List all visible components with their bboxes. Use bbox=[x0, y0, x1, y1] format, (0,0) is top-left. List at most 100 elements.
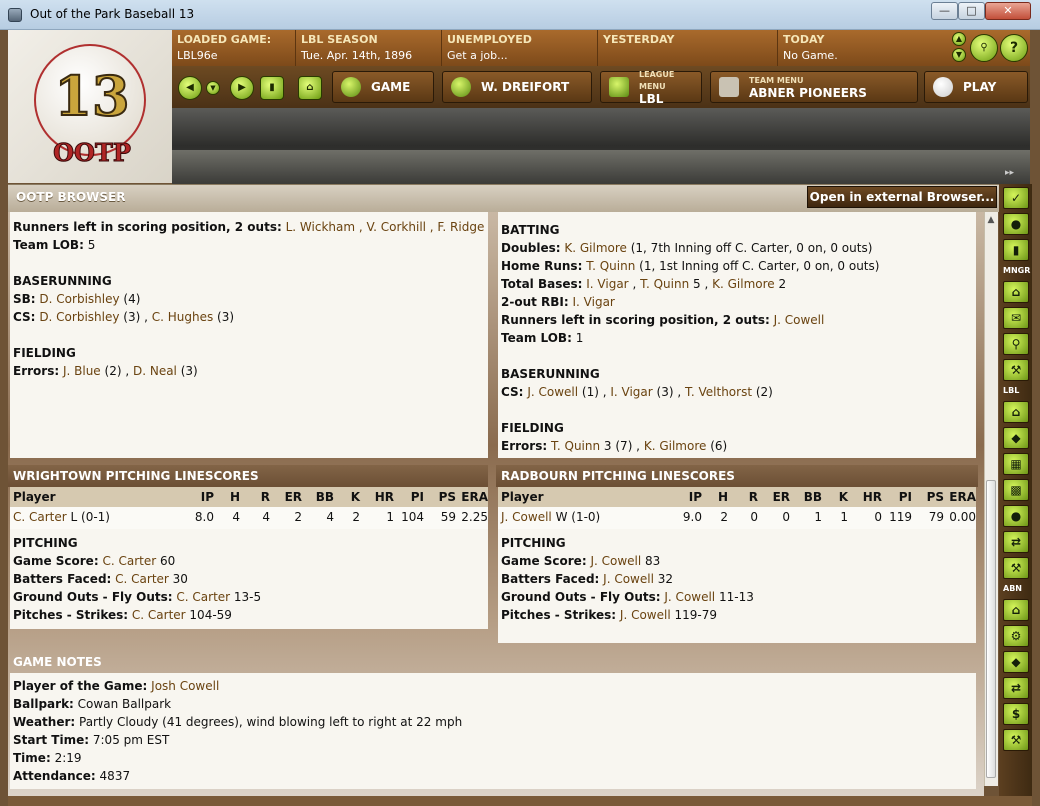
player-link[interactable]: K. Gilmore bbox=[564, 241, 627, 255]
player-of-game-line: Player of the Game: Josh Cowell bbox=[13, 679, 220, 693]
open-external-browser-button[interactable]: Open in external Browser... bbox=[807, 186, 997, 208]
team-transactions-icon[interactable]: ⇄ bbox=[1003, 677, 1029, 699]
app-icon bbox=[8, 8, 22, 22]
player-link[interactable]: J. Cowell bbox=[501, 510, 552, 524]
errors-line: Errors: T. Quinn 3 (7) , K. Gilmore (6) bbox=[501, 439, 728, 453]
player-link[interactable]: C. Carter bbox=[132, 608, 186, 622]
player-link[interactable]: D. Neal bbox=[133, 364, 177, 378]
league-settings-icon[interactable]: ⚒ bbox=[1003, 557, 1029, 579]
doubles-line: Doubles: K. Gilmore (1, 7th Inning off C… bbox=[501, 241, 873, 255]
player-link[interactable]: J. Cowell bbox=[527, 385, 578, 399]
forward-icon[interactable]: ▶ bbox=[230, 76, 254, 100]
player-link[interactable]: C. Hughes bbox=[152, 310, 214, 324]
player-link[interactable]: K. Gilmore bbox=[644, 439, 707, 453]
sb-line: SB: D. Corbishley (4) bbox=[13, 292, 141, 306]
attendance-line: Attendance: 4837 bbox=[13, 769, 131, 783]
team-lob-line: Team LOB: 5 bbox=[13, 238, 96, 252]
bookmark-icon[interactable]: ▮ bbox=[260, 76, 284, 100]
two-out-rbi-line: 2-out RBI: I. Vigar bbox=[501, 295, 615, 309]
team-settings-icon[interactable]: ⚒ bbox=[1003, 729, 1029, 751]
player-link[interactable]: C. Carter bbox=[115, 572, 169, 586]
maximize-button[interactable]: □ bbox=[958, 2, 985, 20]
player-link[interactable]: T. Velthorst bbox=[685, 385, 752, 399]
sidebar-label-mngr: MNGR bbox=[1003, 266, 1031, 275]
tools-icon[interactable]: ⚙ bbox=[1003, 625, 1029, 647]
close-button[interactable]: ✕ bbox=[985, 2, 1031, 20]
mail-icon[interactable]: ✉ bbox=[1003, 307, 1029, 329]
scroll-up-arrow-icon[interactable]: ▲ bbox=[984, 212, 998, 228]
player-link[interactable]: D. Corbishley bbox=[39, 310, 119, 324]
scrollbar-thumb[interactable] bbox=[986, 480, 996, 778]
status-bar: LOADED GAME: LBL96e LBL SEASON Tue. Apr. 1… bbox=[172, 30, 1030, 66]
team-home-icon[interactable]: ⌂ bbox=[1003, 599, 1029, 621]
help-icon[interactable]: ? bbox=[1000, 34, 1028, 62]
play-button[interactable]: PLAY bbox=[924, 71, 1028, 103]
player-link[interactable]: T. Quinn bbox=[551, 439, 600, 453]
standings-icon[interactable]: ▦ bbox=[1003, 453, 1029, 475]
status-loaded-game: LOADED GAME: LBL96e bbox=[172, 30, 296, 66]
player-link[interactable]: C. Carter bbox=[102, 554, 156, 568]
team-menu-button[interactable]: TEAM MENU ABNER PIONEERS bbox=[710, 71, 918, 103]
league-menu-button[interactable]: LEAGUE MENU LBL bbox=[600, 70, 702, 105]
minimize-button[interactable]: — bbox=[931, 2, 958, 20]
book-icon[interactable]: ▮ bbox=[1003, 239, 1029, 261]
player-link[interactable]: T. Quinn bbox=[640, 277, 689, 291]
player-link[interactable]: J. Cowell bbox=[620, 608, 671, 622]
player-link[interactable]: J. Cowell bbox=[603, 572, 654, 586]
player-link[interactable]: J. Blue bbox=[63, 364, 101, 378]
player-link[interactable]: L. Wickham , V. Corkhill , F. Ridge bbox=[286, 220, 485, 234]
logo-text: OOTP bbox=[53, 138, 132, 168]
cs-line: CS: J. Cowell (1) , I. Vigar (3) , T. Ve… bbox=[501, 385, 773, 399]
manager-home-icon[interactable]: ⌂ bbox=[1003, 281, 1029, 303]
baseball-icon[interactable]: ● bbox=[1003, 505, 1029, 527]
league-home-icon[interactable]: ⌂ bbox=[1003, 401, 1029, 423]
player-link[interactable]: C. Carter bbox=[13, 510, 67, 524]
player-link[interactable]: I. Vigar bbox=[610, 385, 652, 399]
player-link[interactable]: T. Quinn bbox=[586, 259, 635, 273]
player-link[interactable]: D. Corbishley bbox=[39, 292, 119, 306]
batters-faced-line: Batters Faced: C. Carter 30 bbox=[13, 572, 188, 586]
status-job[interactable]: UNEMPLOYED Get a job... bbox=[442, 30, 598, 66]
ootp-logo[interactable]: 13 OOTP bbox=[8, 30, 172, 183]
fielding-heading: FIELDING bbox=[13, 346, 76, 360]
bar-chart-icon[interactable]: ▩ bbox=[1003, 479, 1029, 501]
player-link[interactable]: C. Carter bbox=[176, 590, 230, 604]
pitches-strikes-line: Pitches - Strikes: C. Carter 104-59 bbox=[13, 608, 232, 622]
scroll-up-icon[interactable]: ▲ bbox=[952, 32, 966, 46]
status-season: LBL SEASON Tue. Apr. 14th, 1896 bbox=[296, 30, 442, 66]
team-logo-icon bbox=[719, 77, 739, 97]
player-link[interactable]: J. Cowell bbox=[774, 313, 825, 327]
manager-menu-button[interactable]: W. DREIFORT bbox=[442, 71, 592, 103]
search-icon[interactable]: ⚲ bbox=[970, 34, 998, 62]
globe-icon[interactable]: ● bbox=[1003, 213, 1029, 235]
radbourn-pitching-table-header: Player IP H R ER BB K HR PI PS ERA bbox=[498, 487, 976, 507]
back-icon[interactable]: ◀ bbox=[178, 76, 202, 100]
player-link[interactable]: J. Cowell bbox=[664, 590, 715, 604]
sidebar-expand-icon[interactable]: ▸▸ bbox=[1005, 168, 1014, 178]
home-icon[interactable]: ⌂ bbox=[298, 76, 322, 100]
finances-icon[interactable]: $ bbox=[1003, 703, 1029, 725]
diamond-icon[interactable]: ◆ bbox=[1003, 427, 1029, 449]
player-link[interactable]: I. Vigar bbox=[573, 295, 615, 309]
team-diamond-icon[interactable]: ◆ bbox=[1003, 651, 1029, 673]
league-logo-icon bbox=[609, 77, 629, 97]
checkmark-icon[interactable]: ✓ bbox=[1003, 187, 1029, 209]
status-yesterday: YESTERDAY bbox=[598, 30, 778, 66]
radbourn-pitching-header: RADBOURN PITCHING LINESCORES bbox=[496, 465, 978, 487]
player-link[interactable]: J. Cowell bbox=[590, 554, 641, 568]
status-today: TODAY No Game. bbox=[783, 33, 838, 62]
player-link[interactable]: I. Vigar bbox=[586, 277, 628, 291]
window-bottom-border bbox=[8, 796, 1032, 806]
player-link[interactable]: Josh Cowell bbox=[151, 679, 219, 693]
baserunning-heading: BASERUNNING bbox=[501, 367, 600, 381]
magnifier-icon[interactable]: ⚲ bbox=[1003, 333, 1029, 355]
player-link[interactable]: K. Gilmore bbox=[712, 277, 775, 291]
table-row: J. Cowell W (1-0) 9.0 2 0 0 1 1 0 119 79… bbox=[498, 507, 976, 529]
game-menu-button[interactable]: GAME bbox=[332, 71, 434, 103]
globe-icon bbox=[341, 77, 361, 97]
history-dropdown-icon[interactable]: ▼ bbox=[206, 81, 220, 95]
wrench-icon[interactable]: ⚒ bbox=[1003, 359, 1029, 381]
wrightown-pitching-table-header: Player IP H R ER BB K HR PI PS ERA bbox=[10, 487, 488, 507]
scroll-down-icon[interactable]: ▼ bbox=[952, 48, 966, 62]
transactions-icon[interactable]: ⇄ bbox=[1003, 531, 1029, 553]
